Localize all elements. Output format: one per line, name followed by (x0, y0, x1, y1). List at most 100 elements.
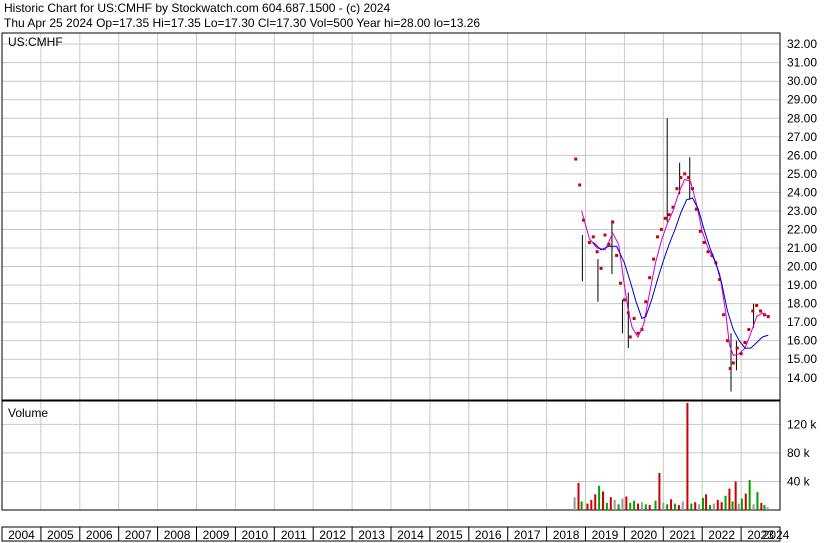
close-point (615, 253, 619, 257)
close-point (743, 341, 747, 345)
volume-bar (756, 492, 759, 510)
volume-bar (658, 472, 661, 510)
close-point (591, 235, 595, 239)
volume-bar (633, 500, 636, 510)
volume-bar (644, 504, 647, 510)
short-moving-average-line (581, 178, 769, 357)
volume-bar (744, 493, 747, 510)
close-point (632, 316, 636, 320)
close-point (659, 227, 663, 231)
volume-bar (716, 500, 719, 510)
close-point (622, 298, 626, 302)
volume-bar (573, 497, 576, 510)
long-moving-average-line (592, 197, 769, 349)
volume-bar (720, 502, 723, 510)
x-tick-label: 2007 (125, 528, 152, 542)
close-point (683, 172, 687, 176)
volume-bar (662, 502, 665, 510)
volume-bar (577, 482, 580, 510)
y-tick-label: 19.00 (787, 278, 817, 292)
x-tick-label: 2010 (241, 528, 268, 542)
x-tick-label: 2015 (436, 528, 463, 542)
y-tick-label: 17.00 (787, 315, 817, 329)
y-tick-label: 25.00 (787, 167, 817, 181)
x-tick-label: 2017 (514, 528, 541, 542)
close-point (599, 266, 603, 270)
volume-bar (670, 499, 673, 510)
x-tick-label: 2016 (475, 528, 502, 542)
y-tick-label: 20.00 (787, 260, 817, 274)
y-tick-label: 26.00 (787, 148, 817, 162)
y-tick-label: 18.00 (787, 297, 817, 311)
close-point (747, 328, 751, 332)
close-point (722, 313, 726, 317)
volume-bar (766, 507, 769, 510)
volume-bars (573, 403, 769, 510)
volume-bar (654, 500, 657, 510)
time-axis: 2004 2005 2006 2007 2008 2009 2010 2011 2012 2013… (1, 527, 790, 542)
volume-bar (690, 503, 693, 510)
volume-bar (681, 501, 684, 510)
stock-chart: US:CMHF 32.00 31.00 30.00 29.00 28.00 27.00 26… (1, 32, 817, 542)
close-point (675, 187, 679, 191)
volume-bar (752, 504, 755, 510)
price-lines (574, 157, 770, 370)
volume-bar (666, 504, 669, 510)
volume-bar (677, 505, 680, 510)
x-tick-label: 2008 (164, 528, 191, 542)
x-tick-label: 2009 (203, 528, 230, 542)
y-tick-label: 22.00 (787, 222, 817, 236)
volume-tick-label: 80 k (787, 446, 811, 460)
volume-bar (580, 501, 583, 510)
y-tick-label: 29.00 (787, 93, 817, 107)
volume-bar (740, 498, 743, 510)
volume-bar (737, 503, 740, 510)
close-point (652, 257, 656, 261)
close-point (644, 300, 648, 304)
volume-label: Volume (8, 406, 48, 420)
close-point (578, 183, 582, 187)
close-point (655, 235, 659, 239)
volume-bar (748, 480, 751, 510)
volume-bar (694, 502, 697, 510)
volume-bar (625, 496, 628, 510)
y-tick-label: 24.00 (787, 185, 817, 199)
volume-bar (673, 503, 676, 510)
x-tick-label: 2022 (708, 528, 735, 542)
close-point (619, 281, 623, 285)
close-point (611, 220, 615, 224)
volume-axis: 120 k 80 k 40 k (787, 417, 817, 488)
price-axis: 32.00 31.00 30.00 29.00 28.00 27.00 26.00 25.00… (787, 37, 817, 385)
x-tick-label: 2006 (86, 528, 113, 542)
chart-page: Historic Chart for US:CMHF by Stockwatch… (0, 0, 830, 543)
volume-bar (701, 497, 704, 510)
volume-bar (617, 504, 620, 510)
volume-bar (648, 505, 651, 510)
volume-bar (613, 500, 616, 510)
volume-bar (598, 485, 601, 510)
close-point (731, 361, 735, 365)
x-tick-label: 2019 (592, 528, 619, 542)
close-point (603, 233, 607, 237)
volume-bar (640, 502, 643, 510)
volume-bar (621, 498, 624, 510)
volume-bar (698, 504, 701, 510)
close-point (667, 213, 671, 217)
close-point (698, 229, 702, 233)
close-point (755, 303, 759, 307)
y-tick-label: 14.00 (787, 371, 817, 385)
volume-bar (609, 497, 612, 510)
close-point (679, 176, 683, 180)
volume-bar (763, 505, 766, 510)
volume-bar (686, 403, 689, 510)
close-point (735, 346, 739, 350)
x-tick-label: 2013 (358, 528, 385, 542)
close-point (751, 309, 755, 313)
y-tick-label: 28.00 (787, 111, 817, 125)
volume-bar (734, 481, 737, 510)
volume-bar (594, 494, 597, 510)
y-tick-label: 32.00 (787, 37, 817, 51)
close-point (574, 157, 578, 161)
y-tick-label: 21.00 (787, 241, 817, 255)
grid-lines (1, 33, 781, 510)
